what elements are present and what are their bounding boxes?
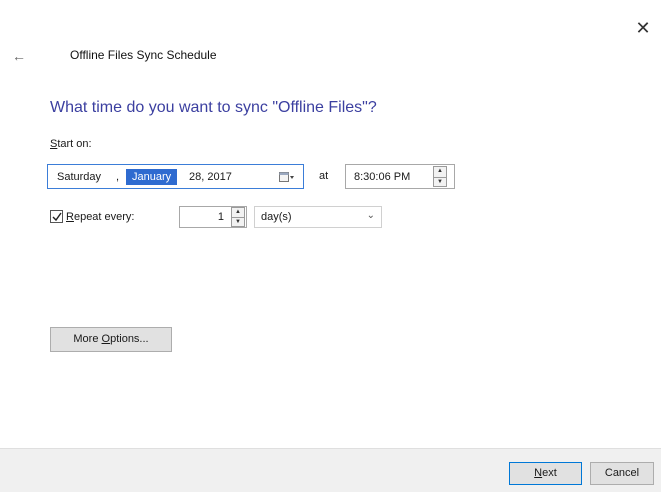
date-month-segment[interactable]: January [126, 169, 178, 185]
time-value: 8:30:06 PM [354, 171, 411, 183]
close-button[interactable]: ✕ [633, 18, 653, 38]
time-spinner[interactable]: ▲ ▼ [433, 166, 447, 187]
repeat-checkbox[interactable] [50, 210, 63, 223]
date-separator: , [116, 171, 120, 183]
at-label: at [319, 170, 329, 182]
date-day-segment[interactable]: Saturday [57, 171, 101, 183]
interval-value: 1 [217, 211, 224, 223]
spin-up-icon[interactable]: ▲ [434, 167, 446, 177]
wizard-title: Offline Files Sync Schedule [70, 48, 217, 62]
repeat-every-label: Repeat every: [66, 211, 135, 223]
page-heading: What time do you want to sync "Offline F… [50, 99, 377, 116]
back-button[interactable]: ← [12, 48, 32, 64]
repeat-unit-dropdown[interactable]: day(s) ⌄ [254, 206, 382, 228]
next-button[interactable]: Next [509, 462, 582, 485]
cancel-button[interactable]: Cancel [590, 462, 654, 485]
wizard-window: ✕ ← Offline Files Sync Schedule What tim… [0, 0, 661, 492]
spin-up-icon[interactable]: ▲ [232, 208, 244, 217]
repeat-unit-value: day(s) [261, 211, 292, 223]
chevron-down-icon: ⌄ [366, 210, 375, 221]
checkmark-icon [52, 212, 62, 222]
date-day-year-segment[interactable]: 28, 2017 [189, 171, 232, 183]
start-on-label: Start on: [50, 138, 92, 150]
back-arrow-icon: ← [12, 48, 26, 64]
spin-down-icon[interactable]: ▼ [232, 217, 244, 226]
spin-down-icon[interactable]: ▼ [434, 176, 446, 187]
close-icon: ✕ [635, 18, 651, 38]
interval-spinner[interactable]: ▲ ▼ [231, 207, 245, 227]
calendar-dropdown-icon[interactable] [279, 171, 295, 183]
more-options-button[interactable]: More Options... [50, 327, 172, 352]
start-date-picker[interactable]: Saturday , January 28, 2017 [47, 164, 304, 189]
